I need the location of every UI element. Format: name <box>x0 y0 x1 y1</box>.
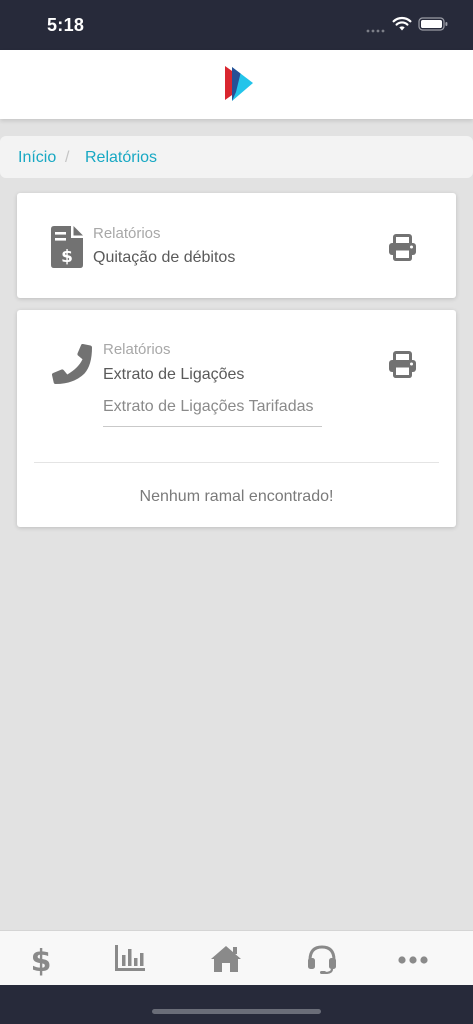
report-card-debt-clearance[interactable]: $ Relatórios Quitação de débitos <box>17 193 456 298</box>
card-title: Quitação de débitos <box>93 249 236 266</box>
breadcrumb-separator: / <box>65 149 70 166</box>
headset-icon <box>308 945 336 974</box>
tab-finance[interactable]: $ <box>11 931 71 986</box>
card-sublabel: Relatórios <box>93 225 161 242</box>
report-type-select-value: Extrato de Ligações Tarifadas <box>103 398 314 415</box>
breadcrumb: Início / Relatórios <box>0 136 473 178</box>
cellular-signal-icon <box>366 20 386 38</box>
wifi-icon <box>392 16 412 37</box>
breadcrumb-home-link[interactable]: Início <box>18 149 56 167</box>
bar-chart-icon <box>115 945 145 971</box>
empty-state-message: Nenhum ramal encontrado! <box>139 488 334 505</box>
bottom-tab-bar: $ <box>0 930 473 985</box>
home-indicator-area <box>0 985 473 1024</box>
battery-icon <box>418 16 449 37</box>
tab-home[interactable] <box>196 931 256 986</box>
dollar-icon: $ <box>31 944 51 977</box>
print-icon[interactable] <box>389 234 416 266</box>
app-header <box>0 50 473 119</box>
svg-text:$: $ <box>31 944 51 977</box>
divider <box>34 462 439 463</box>
brand-logo <box>220 62 256 109</box>
breadcrumb-current[interactable]: Relatórios <box>85 149 157 167</box>
card-title: Extrato de Ligações <box>103 366 245 383</box>
tab-support[interactable] <box>292 931 352 986</box>
home-icon <box>211 946 241 972</box>
tab-more[interactable] <box>383 931 443 986</box>
report-type-select[interactable]: Extrato de Ligações Tarifadas <box>103 397 322 427</box>
svg-text:$: $ <box>61 247 73 267</box>
invoice-dollar-icon: $ <box>51 226 83 273</box>
phone-icon <box>51 343 92 389</box>
print-icon[interactable] <box>389 351 416 383</box>
report-card-call-statement: Relatórios Extrato de Ligações Extrato d… <box>17 310 456 527</box>
status-bar: 5:18 <box>0 0 473 50</box>
status-time: 5:18 <box>47 15 85 35</box>
more-icon <box>398 956 428 964</box>
card-sublabel: Relatórios <box>103 341 171 358</box>
home-indicator[interactable] <box>152 1009 321 1014</box>
tab-reports[interactable] <box>100 931 160 986</box>
